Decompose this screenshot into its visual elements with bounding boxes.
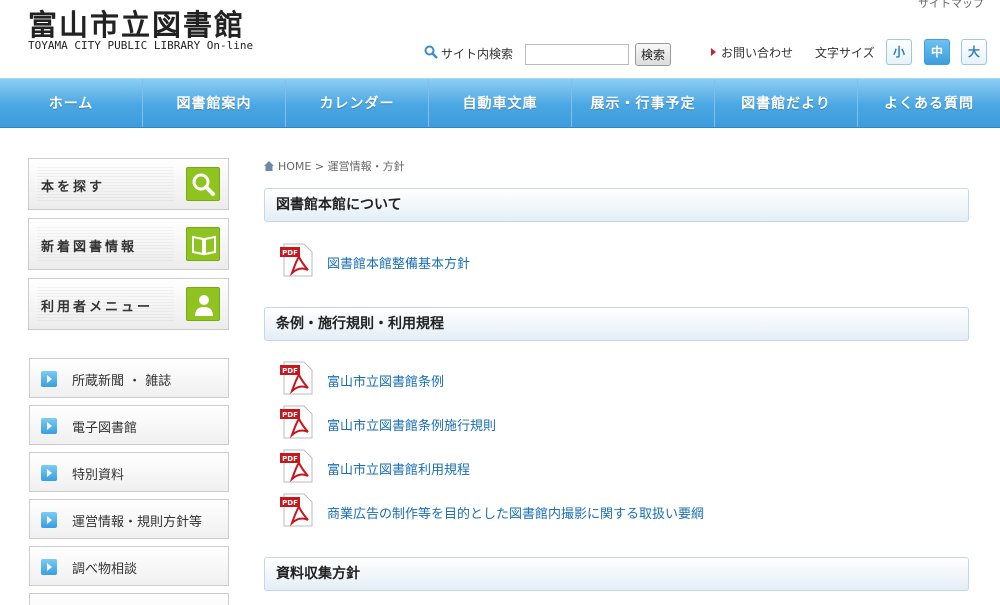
arrow-right-icon (41, 512, 57, 528)
pdf-link[interactable]: 富山市立図書館利用規程 (327, 459, 470, 478)
book-icon (186, 227, 220, 261)
sidebar-item-newspapers[interactable]: 所蔵新聞 ・ 雑誌 (29, 358, 229, 398)
sidebar-item-next[interactable] (29, 593, 229, 605)
arrow-right-icon (41, 465, 57, 481)
svg-text:PDF: PDF (282, 367, 298, 375)
site-logo[interactable]: 富山市立図書館 (28, 2, 245, 44)
section-heading: 条例・施行規則・利用規程 (264, 307, 969, 341)
pdf-link[interactable]: 図書館本館整備基本方針 (327, 253, 470, 272)
section-heading: 図書館本館について (264, 188, 969, 222)
sidebar-item-label: 調べ物相談 (72, 562, 138, 577)
pdf-icon: PDF (280, 449, 313, 483)
home-icon (264, 161, 274, 171)
sidebar-item-e-library[interactable]: 電子図書館 (29, 405, 229, 445)
sitemap-link[interactable]: サイトマップ (918, 0, 984, 11)
sidebar-item-operations-policy[interactable]: 運営情報・規則方針等 (29, 499, 229, 539)
svg-text:PDF: PDF (282, 249, 298, 257)
breadcrumb-separator: > (314, 160, 325, 173)
site-logo-subtitle: TOYAMA CITY PUBLIC LIBRARY On-line (28, 39, 254, 52)
sidebar-item-label: 特別資料 (72, 468, 125, 483)
svg-text:PDF: PDF (282, 499, 298, 507)
breadcrumb: HOME > 運営情報・方針 (264, 158, 405, 174)
sidebar-item-reference[interactable]: 調べ物相談 (29, 546, 229, 586)
nav-home[interactable]: ホーム (0, 79, 143, 127)
user-menu-button[interactable]: 利用者メニュー (28, 278, 229, 330)
pdf-icon: PDF (280, 361, 313, 395)
nav-newsletter[interactable]: 図書館だより (715, 79, 858, 127)
search-label: サイト内検索 (441, 47, 514, 61)
search-button[interactable]: 検索 (635, 43, 671, 66)
nav-library-guide[interactable]: 図書館案内 (143, 79, 286, 127)
search-icon (186, 167, 220, 201)
arrow-right-icon (41, 418, 57, 434)
breadcrumb-current: 運営情報・方針 (327, 160, 405, 173)
section-heading: 資料収集方針 (264, 557, 969, 591)
pdf-icon: PDF (280, 405, 313, 439)
find-books-label: 本を探す (41, 180, 106, 195)
arrow-right-icon (41, 371, 57, 387)
svg-text:PDF: PDF (282, 455, 298, 463)
sidebar-item-label: 所蔵新聞 ・ 雑誌 (72, 374, 172, 389)
new-books-button[interactable]: 新着図書情報 (28, 218, 229, 270)
search-input[interactable] (525, 44, 629, 65)
site-header: 富山市立図書館 TOYAMA CITY PUBLIC LIBRARY On-li… (0, 0, 1000, 78)
nav-calendar[interactable]: カレンダー (286, 79, 429, 127)
sidebar-item-label: 運営情報・規則方針等 (72, 515, 203, 530)
sidebar-item-special-materials[interactable]: 特別資料 (29, 452, 229, 492)
new-books-label: 新着図書情報 (41, 240, 138, 255)
pdf-link[interactable]: 富山市立図書館条例 (327, 371, 444, 390)
arrow-right-icon (41, 559, 57, 575)
svg-text:PDF: PDF (282, 411, 298, 419)
pdf-icon: PDF (280, 493, 313, 527)
nav-mobile-library[interactable]: 自動車文庫 (429, 79, 572, 127)
find-books-button[interactable]: 本を探す (28, 158, 229, 210)
nav-faq[interactable]: よくある質問 (858, 79, 1000, 127)
sidebar-item-label: 電子図書館 (72, 421, 138, 436)
search-icon (424, 45, 438, 59)
pdf-link[interactable]: 商業広告の制作等を目的とした図書館内撮影に関する取扱い要綱 (327, 503, 704, 522)
font-size-large-button[interactable]: 大 (961, 39, 987, 65)
nav-events[interactable]: 展示・行事予定 (572, 79, 715, 127)
user-menu-label: 利用者メニュー (41, 300, 154, 315)
pdf-link[interactable]: 富山市立図書館条例施行規則 (327, 415, 496, 434)
font-size-label: 文字サイズ (815, 46, 875, 60)
contact-link[interactable]: お問い合わせ (721, 44, 793, 61)
main-nav: ホーム 図書館案内 カレンダー 自動車文庫 展示・行事予定 図書館だより よくあ… (0, 78, 1000, 128)
font-size-small-button[interactable]: 小 (886, 39, 912, 65)
font-size-medium-button[interactable]: 中 (924, 39, 950, 65)
breadcrumb-home[interactable]: HOME (278, 160, 311, 173)
arrow-right-icon (711, 48, 716, 56)
user-icon (186, 287, 220, 321)
pdf-icon: PDF (280, 243, 313, 277)
